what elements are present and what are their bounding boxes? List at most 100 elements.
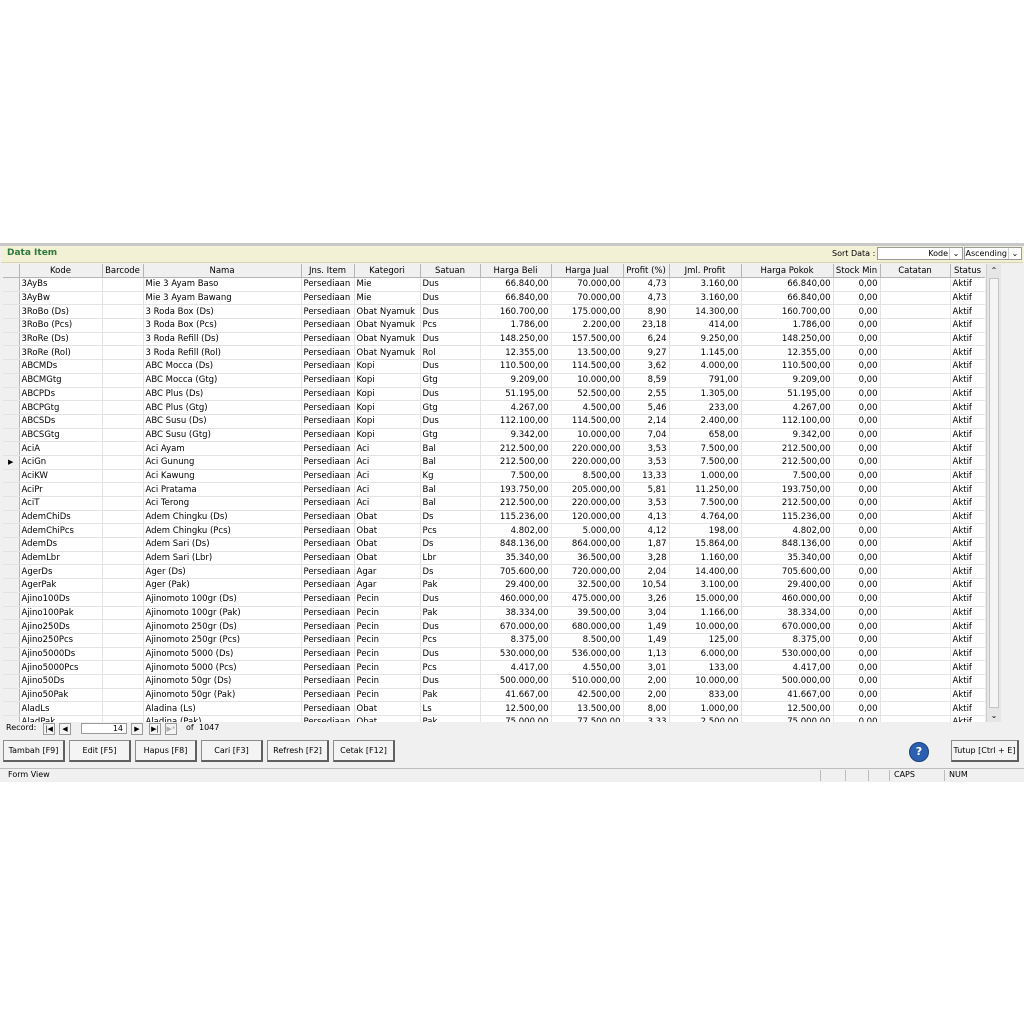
row-selector[interactable] bbox=[3, 578, 20, 593]
table-cell[interactable]: 0,00 bbox=[833, 701, 881, 716]
table-cell[interactable]: 12.355,00 bbox=[480, 345, 552, 361]
table-cell[interactable]: Dus bbox=[420, 592, 481, 607]
table-cell[interactable] bbox=[102, 592, 144, 607]
table-cell[interactable]: 52.500,00 bbox=[551, 387, 624, 402]
table-cell[interactable]: Aktif bbox=[950, 359, 985, 374]
table-cell[interactable]: Aktif bbox=[950, 551, 985, 566]
table-cell[interactable] bbox=[102, 455, 144, 470]
table-cell[interactable]: Persediaan bbox=[301, 482, 355, 497]
table-cell[interactable] bbox=[880, 701, 951, 716]
vertical-scrollbar[interactable]: ⌃ ⌄ bbox=[986, 264, 1001, 722]
table-cell[interactable]: 510.000,00 bbox=[551, 674, 624, 689]
table-cell[interactable]: 1.166,00 bbox=[669, 606, 742, 621]
table-cell[interactable]: 29.400,00 bbox=[741, 578, 834, 593]
table-cell[interactable]: 0,00 bbox=[833, 455, 881, 470]
table-cell[interactable]: Persediaan bbox=[301, 359, 355, 374]
table-cell[interactable]: 7.500,00 bbox=[669, 496, 742, 511]
table-cell[interactable]: Persediaan bbox=[301, 619, 355, 634]
table-cell[interactable]: ABC Susu (Ds) bbox=[143, 414, 302, 429]
table-cell[interactable]: 8.375,00 bbox=[741, 633, 834, 648]
table-cell[interactable]: 0,00 bbox=[833, 277, 881, 292]
table-cell[interactable]: 3,04 bbox=[623, 606, 670, 621]
table-cell[interactable]: 0,00 bbox=[833, 592, 881, 607]
table-cell[interactable]: 0,00 bbox=[833, 537, 881, 552]
table-cell[interactable]: Dus bbox=[420, 647, 481, 662]
table-cell[interactable] bbox=[880, 345, 951, 361]
table-cell[interactable]: 3RoBo (Pcs) bbox=[19, 318, 103, 333]
table-cell[interactable] bbox=[880, 332, 951, 347]
table-cell[interactable]: Aktif bbox=[950, 578, 985, 593]
table-cell[interactable]: AladLs bbox=[19, 701, 103, 716]
row-selector[interactable] bbox=[3, 469, 20, 484]
table-cell[interactable]: Persediaan bbox=[301, 633, 355, 648]
table-cell[interactable]: 536.000,00 bbox=[551, 647, 624, 662]
table-cell[interactable]: 8,90 bbox=[623, 304, 670, 320]
table-cell[interactable]: Ajinomoto 50gr (Pak) bbox=[143, 688, 302, 703]
table-cell[interactable]: 41.667,00 bbox=[741, 688, 834, 703]
table-cell[interactable]: 9.250,00 bbox=[669, 332, 742, 347]
table-cell[interactable]: 77.500,00 bbox=[551, 715, 624, 722]
table-cell[interactable]: Obat bbox=[354, 523, 421, 539]
table-cell[interactable]: 833,00 bbox=[669, 688, 742, 703]
table-cell[interactable]: Persediaan bbox=[301, 428, 355, 443]
table-cell[interactable]: 4.417,00 bbox=[741, 660, 834, 675]
column-header[interactable]: Status bbox=[950, 264, 985, 278]
table-cell[interactable] bbox=[102, 606, 144, 621]
table-cell[interactable]: 220.000,00 bbox=[551, 455, 624, 470]
table-cell[interactable] bbox=[102, 345, 144, 361]
table-cell[interactable]: Ager (Ds) bbox=[143, 564, 302, 580]
table-cell[interactable] bbox=[102, 332, 144, 347]
table-cell[interactable]: 2,00 bbox=[623, 688, 670, 703]
table-cell[interactable] bbox=[102, 647, 144, 662]
table-cell[interactable]: 3,53 bbox=[623, 496, 670, 511]
sort-field-dropdown[interactable]: Kode ⌄ bbox=[877, 247, 963, 260]
table-cell[interactable]: Bal bbox=[420, 441, 481, 456]
table-cell[interactable]: Aci Pratama bbox=[143, 482, 302, 497]
table-cell[interactable]: 12.355,00 bbox=[741, 345, 834, 361]
table-cell[interactable]: 193.750,00 bbox=[741, 482, 834, 497]
table-cell[interactable]: 5,81 bbox=[623, 482, 670, 497]
table-cell[interactable]: Persediaan bbox=[301, 291, 355, 306]
table-cell[interactable]: 3RoRe (Ds) bbox=[19, 332, 103, 347]
table-row[interactable]: 3AyBs Mie 3 Ayam Baso Persediaan Mie Dus 66.8… bbox=[3, 277, 985, 292]
new-record-icon[interactable]: ▶* bbox=[165, 723, 177, 735]
table-cell[interactable]: 212.500,00 bbox=[480, 496, 552, 511]
table-cell[interactable]: Aktif bbox=[950, 674, 985, 689]
table-cell[interactable]: 0,00 bbox=[833, 291, 881, 306]
table-cell[interactable]: Kopi bbox=[354, 400, 421, 415]
table-cell[interactable]: 8,59 bbox=[623, 373, 670, 388]
table-cell[interactable]: 5,46 bbox=[623, 400, 670, 415]
table-cell[interactable] bbox=[880, 660, 951, 675]
table-cell[interactable] bbox=[102, 414, 144, 429]
table-cell[interactable]: 10.000,00 bbox=[551, 428, 624, 443]
table-row[interactable]: 3RoBo (Pcs) 3 Roda Box (Pcs) Persediaan Oba… bbox=[3, 318, 985, 333]
table-cell[interactable]: Kopi bbox=[354, 414, 421, 429]
table-cell[interactable]: Pcs bbox=[420, 318, 481, 333]
table-cell[interactable]: 0,00 bbox=[833, 400, 881, 415]
table-cell[interactable]: Aci bbox=[354, 455, 421, 470]
table-cell[interactable]: 0,00 bbox=[833, 359, 881, 374]
next-record-icon[interactable]: ▶ bbox=[131, 723, 143, 735]
column-header[interactable]: Profit (%) bbox=[623, 264, 670, 278]
table-cell[interactable]: 115.236,00 bbox=[480, 510, 552, 525]
column-header[interactable]: Nama bbox=[143, 264, 302, 278]
table-cell[interactable]: Dus bbox=[420, 359, 481, 374]
scroll-up-icon[interactable]: ⌃ bbox=[987, 264, 1001, 277]
table-cell[interactable] bbox=[880, 537, 951, 552]
table-cell[interactable]: AciKW bbox=[19, 469, 103, 484]
table-row[interactable]: AdemChiPcs Adem Chingku (Pcs) Persediaan Ob… bbox=[3, 523, 985, 539]
table-cell[interactable] bbox=[880, 523, 951, 539]
table-row[interactable]: ABCMDs ABC Mocca (Ds) Persediaan Kopi Dus 110… bbox=[3, 359, 985, 374]
table-cell[interactable]: 500.000,00 bbox=[480, 674, 552, 689]
row-selector[interactable] bbox=[3, 496, 20, 511]
table-cell[interactable]: Aktif bbox=[950, 592, 985, 607]
table-cell[interactable]: 3,62 bbox=[623, 359, 670, 374]
table-cell[interactable]: 42.500,00 bbox=[551, 688, 624, 703]
table-cell[interactable] bbox=[880, 592, 951, 607]
table-cell[interactable]: Aci Terong bbox=[143, 496, 302, 511]
table-cell[interactable]: Kopi bbox=[354, 373, 421, 388]
table-cell[interactable] bbox=[102, 482, 144, 497]
table-cell[interactable]: 110.500,00 bbox=[741, 359, 834, 374]
table-cell[interactable] bbox=[102, 359, 144, 374]
row-selector[interactable] bbox=[3, 332, 20, 347]
